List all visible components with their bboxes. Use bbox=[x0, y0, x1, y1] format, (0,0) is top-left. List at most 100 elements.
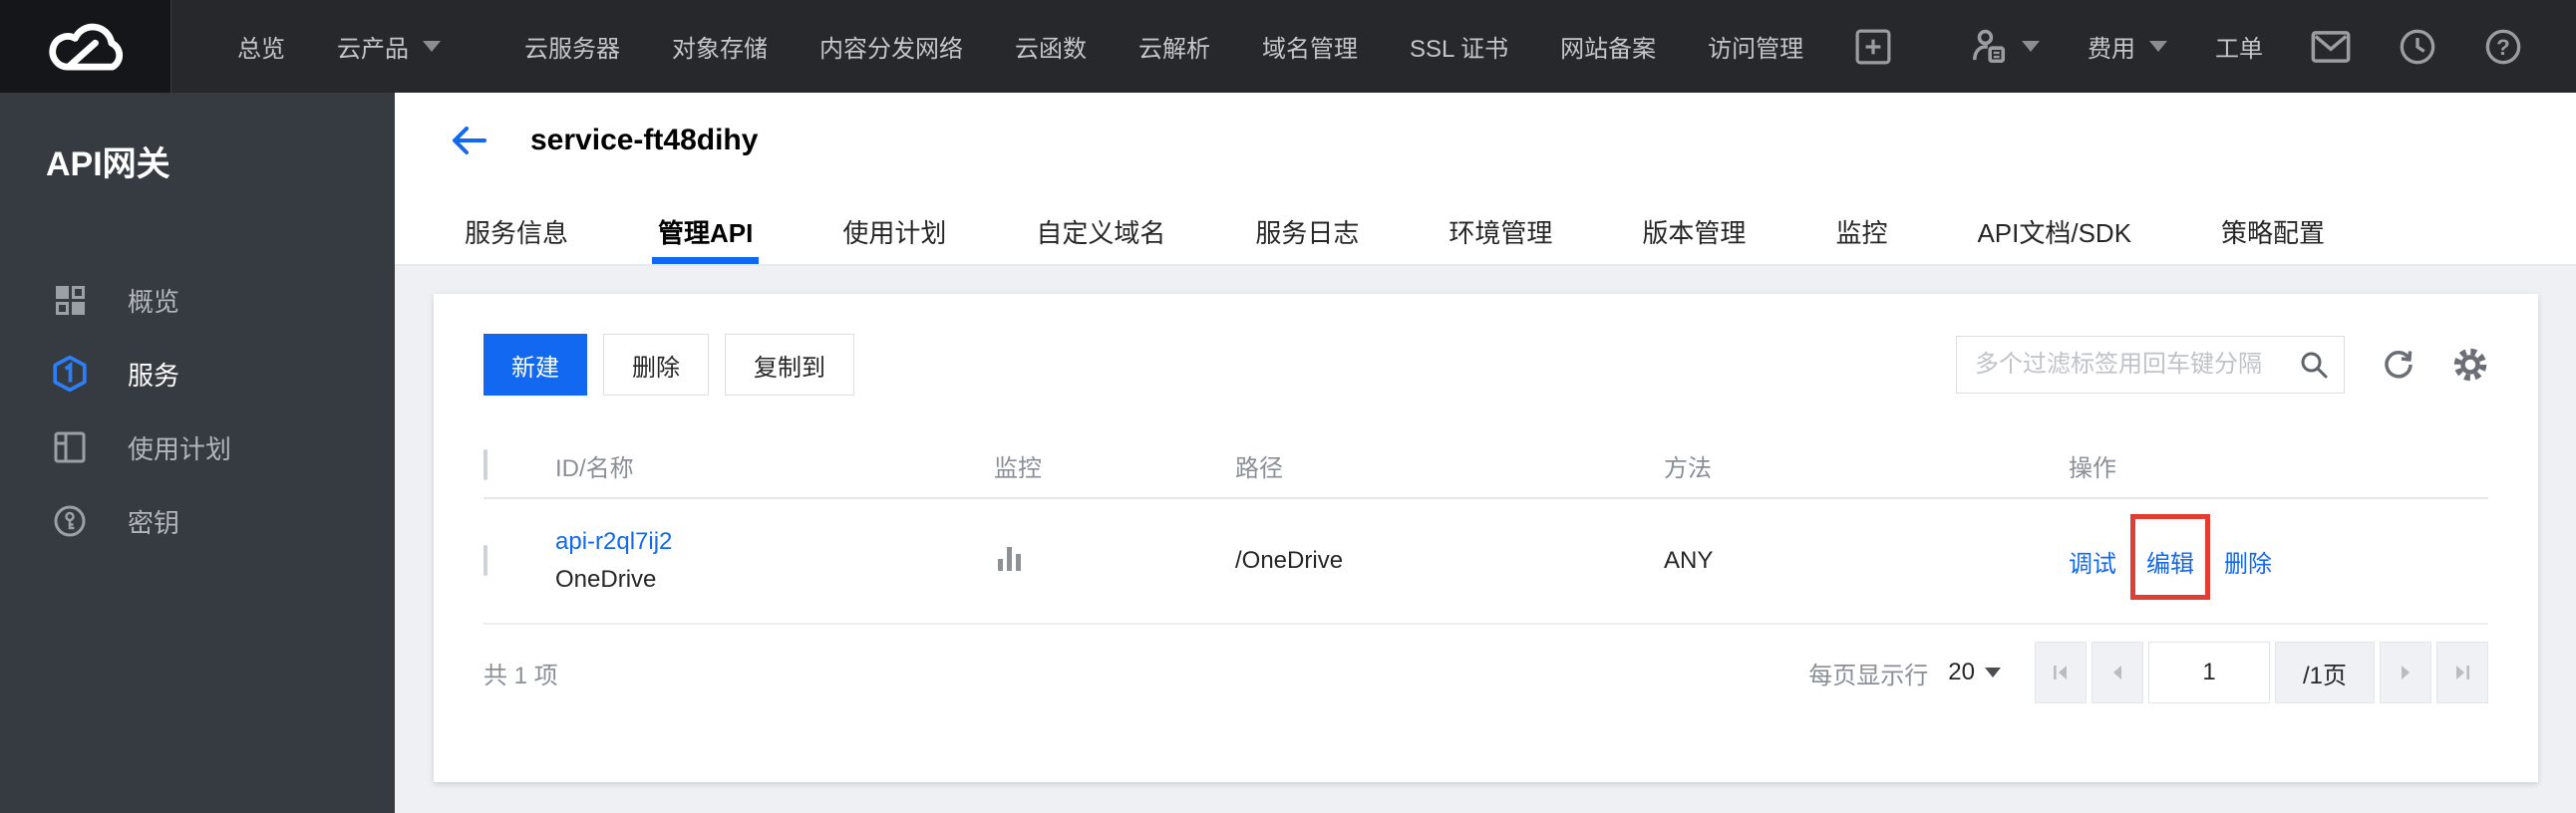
tab-custom-domain[interactable]: 自定义域名 bbox=[1036, 198, 1165, 264]
nav-domain[interactable]: 域名管理 bbox=[1262, 29, 1358, 64]
nav-ssl[interactable]: SSL 证书 bbox=[1410, 29, 1508, 64]
tab-version-management[interactable]: 版本管理 bbox=[1642, 198, 1746, 264]
nav-cvm[interactable]: 云服务器 bbox=[524, 29, 620, 64]
main-area: service-ft48dihy 服务信息 管理API 使用计划 自定义域名 服… bbox=[395, 93, 2576, 813]
nav-dns[interactable]: 云解析 bbox=[1138, 29, 1210, 64]
billing-menu[interactable]: 费用 bbox=[2088, 29, 2167, 64]
console-screen: 总览 云产品 云服务器 对象存储 内容分发网络 云函数 云解析 域名管理 SSL… bbox=[0, 0, 2576, 813]
new-button[interactable]: 新建 bbox=[483, 334, 587, 396]
search-input[interactable] bbox=[1975, 351, 2298, 379]
row-actions: 调试 编辑 删除 bbox=[2069, 513, 2488, 600]
api-table: ID/名称 监控 路径 方法 操作 api-r2ql7ij2 OneDrive bbox=[483, 433, 2488, 720]
add-product-icon[interactable] bbox=[1855, 29, 1891, 65]
api-name: OneDrive bbox=[555, 566, 657, 593]
copy-to-button[interactable]: 复制到 bbox=[725, 334, 854, 396]
user-menu[interactable] bbox=[1970, 27, 2040, 67]
tab-service-info[interactable]: 服务信息 bbox=[465, 198, 568, 264]
last-page-button[interactable] bbox=[2436, 642, 2488, 703]
column-header-id-name: ID/名称 bbox=[555, 454, 634, 482]
title-row: service-ft48dihy bbox=[395, 93, 2576, 158]
back-arrow-icon[interactable] bbox=[449, 123, 488, 158]
tab-env-management[interactable]: 环境管理 bbox=[1449, 198, 1552, 264]
prev-page-button[interactable] bbox=[2092, 642, 2143, 703]
tab-usage-plan[interactable]: 使用计划 bbox=[842, 198, 946, 264]
delete-button[interactable]: 删除 bbox=[603, 334, 709, 396]
nav-cdn[interactable]: 内容分发网络 bbox=[819, 29, 963, 64]
help-icon[interactable]: ? bbox=[2484, 28, 2522, 66]
delete-action-link[interactable]: 删除 bbox=[2224, 544, 2272, 579]
page-total-label: /1页 bbox=[2275, 642, 2375, 703]
edit-action-link[interactable]: 编辑 bbox=[2146, 544, 2194, 579]
page-header: service-ft48dihy 服务信息 管理API 使用计划 自定义域名 服… bbox=[395, 93, 2576, 266]
tab-service-log[interactable]: 服务日志 bbox=[1255, 198, 1359, 264]
table-row: api-r2ql7ij2 OneDrive /OneDrive ANY 调试 编… bbox=[483, 499, 2488, 625]
column-header-actions: 操作 bbox=[2069, 454, 2116, 482]
toolbar: 新建 删除 复制到 bbox=[483, 334, 2488, 396]
chevron-down-icon bbox=[1985, 668, 2001, 678]
pagination: /1页 bbox=[2035, 642, 2488, 703]
debug-action-link[interactable]: 调试 bbox=[2069, 544, 2116, 579]
clock-icon[interactable] bbox=[2399, 28, 2436, 66]
sidebar-nav: 概览 服务 使用计划 密钥 bbox=[0, 263, 395, 558]
column-header-path: 路径 bbox=[1235, 454, 1283, 482]
service-hexagon-icon bbox=[50, 354, 90, 394]
per-page-label: 每页显示行 bbox=[1808, 662, 1929, 689]
tab-policy-config[interactable]: 策略配置 bbox=[2221, 198, 2325, 264]
gear-icon[interactable] bbox=[2452, 347, 2488, 383]
top-navigation-bar: 总览 云产品 云服务器 对象存储 内容分发网络 云函数 云解析 域名管理 SSL… bbox=[0, 0, 2576, 93]
row-checkbox[interactable] bbox=[483, 545, 487, 576]
api-id-link[interactable]: api-r2ql7ij2 bbox=[555, 528, 994, 556]
per-page-dropdown[interactable]: 20 bbox=[1948, 659, 2001, 686]
nav-cos[interactable]: 对象存储 bbox=[672, 29, 768, 64]
nav-cam[interactable]: 访问管理 bbox=[1708, 29, 1803, 64]
sidebar-item-keys[interactable]: 密钥 bbox=[0, 484, 395, 558]
tab-monitoring[interactable]: 监控 bbox=[1835, 198, 1887, 264]
user-icon bbox=[1972, 29, 2006, 63]
search-box bbox=[1956, 336, 2345, 394]
bar-chart-icon[interactable] bbox=[994, 541, 1028, 575]
usage-plan-icon bbox=[50, 427, 90, 467]
refresh-icon[interactable] bbox=[2381, 347, 2416, 383]
page-number-input[interactable] bbox=[2148, 642, 2270, 703]
sidebar-item-usage-plan[interactable]: 使用计划 bbox=[0, 410, 395, 484]
api-path: /OneDrive bbox=[1235, 547, 1344, 574]
first-page-button[interactable] bbox=[2035, 642, 2087, 703]
page-title: service-ft48dihy bbox=[530, 124, 759, 156]
ticket-link[interactable]: 工单 bbox=[2215, 29, 2263, 64]
search-icon[interactable] bbox=[2298, 349, 2330, 381]
tab-manage-api[interactable]: 管理API bbox=[651, 198, 760, 264]
cloud-logo-icon bbox=[48, 23, 123, 70]
account-nav: 费用 工单 ? bbox=[1970, 27, 2576, 67]
tab-api-doc-sdk[interactable]: API文档/SDK bbox=[1977, 198, 2131, 264]
table-footer: 共 1 项 每页显示行 20 1 /1页 bbox=[483, 625, 2488, 720]
sidebar: API网关 概览 服务 使用计划 密钥 bbox=[0, 93, 395, 813]
search-area bbox=[1956, 336, 2488, 394]
nav-cloud-products[interactable]: 云产品 bbox=[337, 29, 441, 64]
column-header-monitor: 监控 bbox=[994, 454, 1042, 482]
api-method: ANY bbox=[1664, 547, 1714, 574]
sidebar-item-services[interactable]: 服务 bbox=[0, 337, 395, 410]
chevron-down-icon bbox=[2022, 41, 2040, 52]
product-nav: 总览 云产品 云服务器 对象存储 内容分发网络 云函数 云解析 域名管理 SSL… bbox=[237, 29, 1891, 65]
chevron-down-icon bbox=[2149, 41, 2167, 52]
total-count-text: 共 1 项 bbox=[483, 662, 558, 689]
sidebar-item-overview[interactable]: 概览 bbox=[0, 263, 395, 337]
api-list-card: 新建 删除 复制到 多个过滤标签用回车键分隔 ID/名称 监控 路径 方法 操作… bbox=[434, 294, 2538, 782]
table-header: ID/名称 监控 路径 方法 操作 bbox=[483, 433, 2488, 499]
select-all-checkbox[interactable] bbox=[483, 449, 487, 480]
api-id-name-cell: api-r2ql7ij2 OneDrive bbox=[555, 528, 994, 594]
nav-overview[interactable]: 总览 bbox=[237, 29, 285, 64]
nav-scf[interactable]: 云函数 bbox=[1015, 29, 1087, 64]
content-area: 新建 删除 复制到 多个过滤标签用回车键分隔 ID/名称 监控 路径 方法 操作… bbox=[395, 268, 2576, 813]
nav-icp[interactable]: 网站备案 bbox=[1560, 29, 1656, 64]
tencent-cloud-logo[interactable] bbox=[0, 0, 171, 93]
overview-grid-icon bbox=[50, 280, 90, 320]
next-page-button[interactable] bbox=[2380, 642, 2431, 703]
column-header-method: 方法 bbox=[1664, 454, 1712, 482]
sidebar-product-title: API网关 bbox=[46, 145, 170, 183]
svg-text:?: ? bbox=[2496, 34, 2510, 59]
mail-icon[interactable] bbox=[2311, 30, 2351, 64]
per-page-selector: 每页显示行 20 bbox=[1808, 656, 2001, 690]
chevron-down-icon bbox=[423, 41, 441, 52]
tab-bar: 服务信息 管理API 使用计划 自定义域名 服务日志 环境管理 版本管理 监控 … bbox=[465, 198, 2325, 264]
